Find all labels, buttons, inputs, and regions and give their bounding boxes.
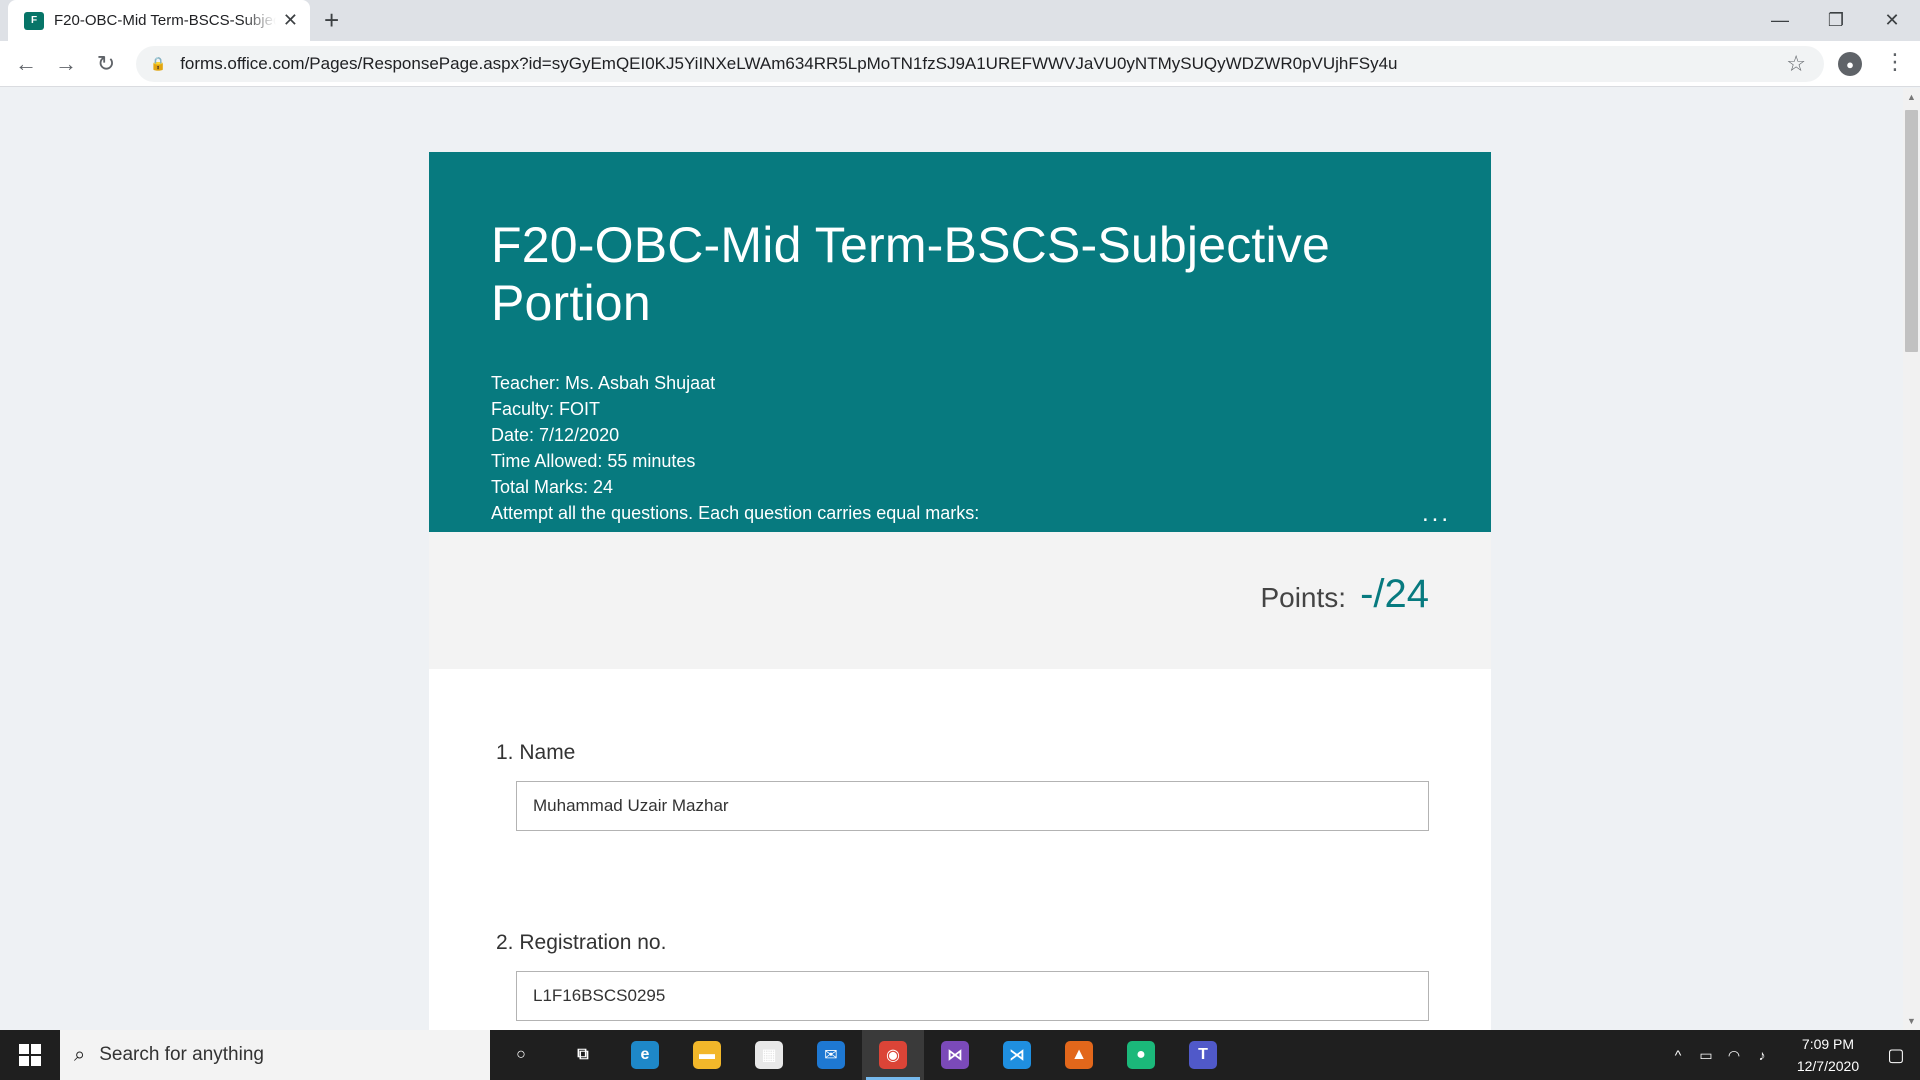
taskbar-mail-button[interactable]: ✉ xyxy=(800,1030,862,1080)
browser-menu-icon[interactable]: ⋮ xyxy=(1884,49,1906,75)
taskbar-task-view-button[interactable]: ⧉ xyxy=(552,1030,614,1080)
teams-icon: T xyxy=(1189,1041,1217,1069)
url-text[interactable]: forms.office.com/Pages/ResponsePage.aspx… xyxy=(180,54,1397,74)
volume-icon[interactable]: ♪ xyxy=(1748,1047,1776,1063)
close-window-button[interactable]: ✕ xyxy=(1864,0,1920,41)
battery-icon[interactable]: ▭ xyxy=(1692,1047,1720,1064)
desc-teacher: Teacher: Ms. Asbah Shujaat xyxy=(491,373,716,393)
show-hidden-icons-icon[interactable]: ^ xyxy=(1664,1047,1692,1063)
points-value: -/24 xyxy=(1360,572,1429,616)
clock[interactable]: 7:09 PM 12/7/2020 xyxy=(1784,1033,1872,1077)
registration-input[interactable]: L1F16BSCS0295 xyxy=(516,971,1429,1021)
taskbar-search[interactable]: ⌕ Search for anything xyxy=(60,1030,490,1080)
more-options-icon[interactable]: ... xyxy=(1422,500,1451,528)
browser-tab[interactable]: F F20-OBC-Mid Term-BSCS-Subjective Porti… xyxy=(8,0,310,41)
desc-faculty: Faculty: FOIT xyxy=(491,399,601,419)
system-tray: ^ ▭ ◠ ♪ 7:09 PM 12/7/2020 ▢ xyxy=(1664,1030,1920,1080)
points-display: Points: -/24 xyxy=(1260,572,1429,617)
taskbar: ⌕ Search for anything ○ ⧉ e ▬ ▦ ✉ ◉ ⋈ ⋊ ▲ ● T ^ ▭ ◠… xyxy=(0,1030,1920,1080)
bookmark-star-icon[interactable]: ☆ xyxy=(1786,51,1806,77)
pinned-apps: ○ ⧉ e ▬ ▦ ✉ ◉ ⋈ ⋊ ▲ ● T xyxy=(490,1030,1234,1080)
taskbar-matlab-button[interactable]: ▲ xyxy=(1048,1030,1110,1080)
forward-button[interactable]: → xyxy=(46,46,86,82)
question-registration: 2. Registration no. L1F16BSCS0295 xyxy=(496,931,1429,1021)
notifications-icon[interactable]: ▢ xyxy=(1872,1030,1920,1080)
reload-button[interactable]: ↻ xyxy=(86,46,126,82)
taskbar-cortana-button[interactable]: ○ xyxy=(490,1030,552,1080)
browser-toolbar: ← → ↻ 🔒 forms.office.com/Pages/ResponseP… xyxy=(0,41,1920,87)
question-label: 2. Registration no. xyxy=(496,931,667,954)
questions-area: 1. Name Muhammad Uzair Mazhar 2. Registr… xyxy=(429,669,1491,1030)
taskbar-file-explorer-button[interactable]: ▬ xyxy=(676,1030,738,1080)
chrome-icon: ◉ xyxy=(879,1041,907,1069)
desc-time-allowed: Time Allowed: 55 minutes xyxy=(491,451,696,471)
back-button[interactable]: ← xyxy=(6,46,46,82)
form-card: F20-OBC-Mid Term-BSCS-Subjective Portion… xyxy=(429,152,1491,1030)
matlab-icon: ▲ xyxy=(1065,1041,1093,1069)
points-bar: Points: -/24 xyxy=(429,532,1491,669)
gitkraken-icon: ● xyxy=(1127,1041,1155,1069)
tab-title: F20-OBC-Mid Term-BSCS-Subjective Portion xyxy=(54,12,276,29)
name-input[interactable]: Muhammad Uzair Mazhar xyxy=(516,781,1429,831)
desc-instructions: Attempt all the questions. Each question… xyxy=(491,503,980,523)
taskbar-teams-button[interactable]: T xyxy=(1172,1030,1234,1080)
clock-time: 7:09 PM xyxy=(1801,1036,1855,1052)
scroll-thumb[interactable] xyxy=(1905,110,1918,352)
form-header: F20-OBC-Mid Term-BSCS-Subjective Portion… xyxy=(429,152,1491,532)
restore-button[interactable]: ❐ xyxy=(1808,0,1864,41)
wifi-icon[interactable]: ◠ xyxy=(1720,1047,1748,1064)
task-view-icon: ⧉ xyxy=(577,1046,589,1063)
clock-date: 12/7/2020 xyxy=(1796,1058,1860,1074)
profile-icon[interactable]: ● xyxy=(1838,52,1862,76)
page-scrollbar[interactable]: ▲ ▼ xyxy=(1903,88,1920,1030)
cortana-icon: ○ xyxy=(516,1046,526,1063)
windows-logo-icon xyxy=(19,1044,41,1066)
form-title: F20-OBC-Mid Term-BSCS-Subjective Portion xyxy=(491,217,1331,331)
taskbar-store-button[interactable]: ▦ xyxy=(738,1030,800,1080)
desc-total-marks: Total Marks: 24 xyxy=(491,477,614,497)
mail-icon: ✉ xyxy=(817,1041,845,1069)
visual-studio-icon: ⋈ xyxy=(941,1041,969,1069)
desc-date: Date: 7/12/2020 xyxy=(491,425,620,445)
taskbar-gitkraken-button[interactable]: ● xyxy=(1110,1030,1172,1080)
taskbar-visual-studio-button[interactable]: ⋈ xyxy=(924,1030,986,1080)
window-controls: — ❐ ✕ xyxy=(1752,0,1920,41)
search-icon: ⌕ xyxy=(74,1043,86,1066)
search-placeholder: Search for anything xyxy=(99,1044,264,1065)
taskbar-edge-button[interactable]: e xyxy=(614,1030,676,1080)
scroll-up-icon[interactable]: ▲ xyxy=(1907,92,1916,102)
minimize-button[interactable]: — xyxy=(1752,0,1808,41)
taskbar-chrome-button[interactable]: ◉ xyxy=(862,1030,924,1080)
points-label: Points: xyxy=(1260,582,1347,613)
start-button[interactable] xyxy=(0,1030,60,1080)
question-name: 1. Name Muhammad Uzair Mazhar xyxy=(496,741,1429,831)
scroll-down-icon[interactable]: ▼ xyxy=(1907,1016,1916,1026)
tab-close-icon[interactable]: ✕ xyxy=(283,10,298,31)
forms-icon: F xyxy=(24,11,44,30)
new-tab-button[interactable]: + xyxy=(324,6,339,34)
tab-strip: F F20-OBC-Mid Term-BSCS-Subjective Porti… xyxy=(0,0,1920,41)
vscode-icon: ⋊ xyxy=(1003,1041,1031,1069)
question-label: 1. Name xyxy=(496,741,576,764)
page-viewport: F20-OBC-Mid Term-BSCS-Subjective Portion… xyxy=(0,88,1903,1030)
taskbar-vscode-button[interactable]: ⋊ xyxy=(986,1030,1048,1080)
edge-icon: e xyxy=(631,1041,659,1069)
address-bar[interactable]: 🔒 forms.office.com/Pages/ResponsePage.as… xyxy=(136,46,1824,82)
store-icon: ▦ xyxy=(755,1041,783,1069)
file-explorer-icon: ▬ xyxy=(693,1041,721,1069)
lock-icon: 🔒 xyxy=(150,56,167,71)
